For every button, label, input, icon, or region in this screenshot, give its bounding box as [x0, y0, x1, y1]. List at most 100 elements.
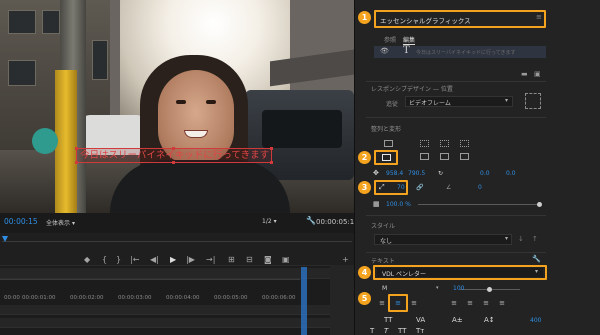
anchor-x[interactable]: 0.0 — [480, 170, 490, 177]
text-align-right-icon[interactable]: ≡ — [408, 298, 420, 308]
style-label: スタイル — [371, 223, 396, 230]
tab-edit[interactable]: 編集 — [403, 35, 416, 45]
style-dropdown[interactable] — [374, 234, 512, 245]
justify-all-icon[interactable]: ≡ — [496, 298, 508, 308]
player-controls — [0, 233, 354, 265]
marker-icon[interactable]: ◆ — [84, 255, 90, 264]
ruler-tick: 00:00:06:00 — [262, 295, 296, 301]
link-icon[interactable]: 🔗 — [416, 184, 423, 191]
panel-menu-icon[interactable]: ≡ — [536, 13, 542, 21]
all-caps-icon[interactable]: TT — [398, 327, 406, 335]
vertical-scrollbar[interactable] — [330, 265, 354, 335]
scale-value[interactable]: 70 — [397, 184, 405, 191]
step-badge-2: 2 — [358, 151, 371, 164]
justify-left-icon[interactable]: ≡ — [448, 298, 460, 308]
align-vcenter-icon[interactable] — [384, 140, 393, 147]
step-back-icon[interactable]: ◀| — [150, 255, 159, 264]
chevron-down-icon: ▾ — [71, 220, 75, 227]
leading-icon: A↕ — [484, 316, 495, 324]
font-size-thumb[interactable] — [487, 287, 492, 292]
caption-handle[interactable] — [270, 147, 273, 150]
wrench-icon[interactable]: 🔧 — [532, 255, 541, 263]
caption-handle[interactable] — [270, 161, 273, 164]
add-icon[interactable]: + — [342, 255, 349, 264]
tracking-value[interactable]: 400 — [530, 317, 541, 324]
rotation-value[interactable]: 0 — [478, 184, 482, 191]
ruler-tick: 00:00:03:00 — [118, 295, 152, 301]
opacity-slider[interactable] — [418, 204, 540, 205]
position-x[interactable]: 958.4 — [386, 170, 403, 177]
export-frame-icon[interactable]: ▣ — [282, 255, 290, 264]
resolution-dropdown[interactable]: 1/2 ▾ — [262, 218, 277, 225]
mark-out-icon[interactable]: } — [116, 255, 121, 264]
align-right-icon[interactable] — [460, 153, 469, 160]
align-top-icon[interactable] — [420, 140, 429, 147]
ruler-tick: 00:00:01:00 — [22, 295, 56, 301]
eye — [206, 100, 216, 104]
justify-right-icon[interactable]: ≡ — [480, 298, 492, 308]
anchor-y[interactable]: 0.0 — [506, 170, 516, 177]
text-align-center-icon[interactable]: ≡ — [392, 298, 404, 308]
pin-edges-widget[interactable] — [525, 93, 541, 109]
align-bottom-icon[interactable] — [460, 140, 469, 147]
align-middle-icon[interactable] — [440, 140, 449, 147]
lift-icon[interactable]: ⊞ — [228, 255, 235, 264]
eye-icon[interactable]: 👁 — [380, 47, 389, 55]
play-icon[interactable]: ▶ — [170, 255, 176, 264]
opacity-value[interactable]: 100.0 % — [386, 201, 411, 208]
caption-handle[interactable] — [75, 161, 78, 164]
align-transform-label: 整列と変形 — [371, 126, 402, 133]
pin-to-label: 追従 — [386, 101, 399, 108]
position-y[interactable]: 790.5 — [408, 170, 425, 177]
eye — [176, 100, 186, 104]
small-caps-icon[interactable]: Tт — [416, 327, 424, 335]
caption-handle[interactable] — [75, 147, 78, 150]
ruler-tick: 00:00:05:00 — [214, 295, 248, 301]
text-label: テキスト — [371, 258, 395, 265]
extract-icon[interactable]: ⊟ — [246, 255, 253, 264]
fit-value: 全体表示 — [46, 220, 71, 227]
text-layer-icon: T — [403, 45, 410, 56]
wrench-icon[interactable]: 🔧 — [306, 216, 316, 225]
track-v2[interactable] — [0, 305, 330, 315]
tab-browse[interactable]: 参照 — [384, 35, 396, 44]
caption-handle[interactable] — [172, 147, 175, 150]
faux-bold-icon[interactable]: T — [370, 327, 374, 335]
folder-icon[interactable]: ▬ — [521, 70, 528, 78]
go-in-icon[interactable]: |← — [130, 255, 139, 264]
font-style-value[interactable]: M — [382, 285, 387, 292]
timeline-playhead[interactable] — [301, 267, 307, 335]
timeline-ruler[interactable] — [0, 279, 300, 280]
chevron-down-icon: ▾ — [505, 97, 509, 104]
fit-dropdown[interactable]: 全体表示 ▾ — [46, 218, 75, 227]
go-out-icon[interactable]: →| — [206, 255, 215, 264]
arrow-down-icon[interactable]: ↓ — [518, 235, 524, 243]
align-left-icon[interactable] — [420, 153, 429, 160]
caption-handle[interactable] — [172, 161, 175, 164]
justify-center-icon[interactable]: ≡ — [464, 298, 476, 308]
timecode-current[interactable]: 00:00:15 — [4, 217, 38, 226]
mark-in-icon[interactable]: { — [102, 255, 107, 264]
ruler-tick: 00:00:02:00 — [70, 295, 104, 301]
step-forward-icon[interactable]: |▶ — [186, 255, 195, 264]
opacity-slider-thumb[interactable] — [537, 202, 542, 207]
scrub-bar[interactable] — [2, 241, 352, 242]
align-hcenter-icon[interactable] — [382, 154, 391, 161]
new-layer-icon[interactable]: ▣ — [534, 70, 541, 78]
panel-title: エッセンシャルグラフィックス — [380, 17, 471, 25]
divider — [366, 215, 546, 216]
body — [110, 160, 290, 213]
step-badge-4: 4 — [358, 266, 371, 279]
rotation-icon: ∠ — [446, 184, 452, 191]
program-monitor[interactable]: 今日はスリーパイネイキッドに行ってきます — [0, 0, 354, 213]
chevron-down-icon: ▾ — [505, 235, 509, 242]
align-center-icon[interactable] — [440, 153, 449, 160]
track-v1[interactable] — [0, 318, 330, 328]
step-badge-3: 3 — [358, 181, 371, 194]
tracking-icon: A± — [452, 316, 463, 324]
camera-icon[interactable]: ◙ — [264, 255, 272, 264]
text-align-left-icon[interactable]: ≡ — [376, 298, 388, 308]
font-size-value[interactable]: 100 — [453, 285, 464, 292]
arrow-up-icon[interactable]: ↑ — [532, 235, 538, 243]
faux-italic-icon[interactable]: T — [384, 327, 388, 335]
